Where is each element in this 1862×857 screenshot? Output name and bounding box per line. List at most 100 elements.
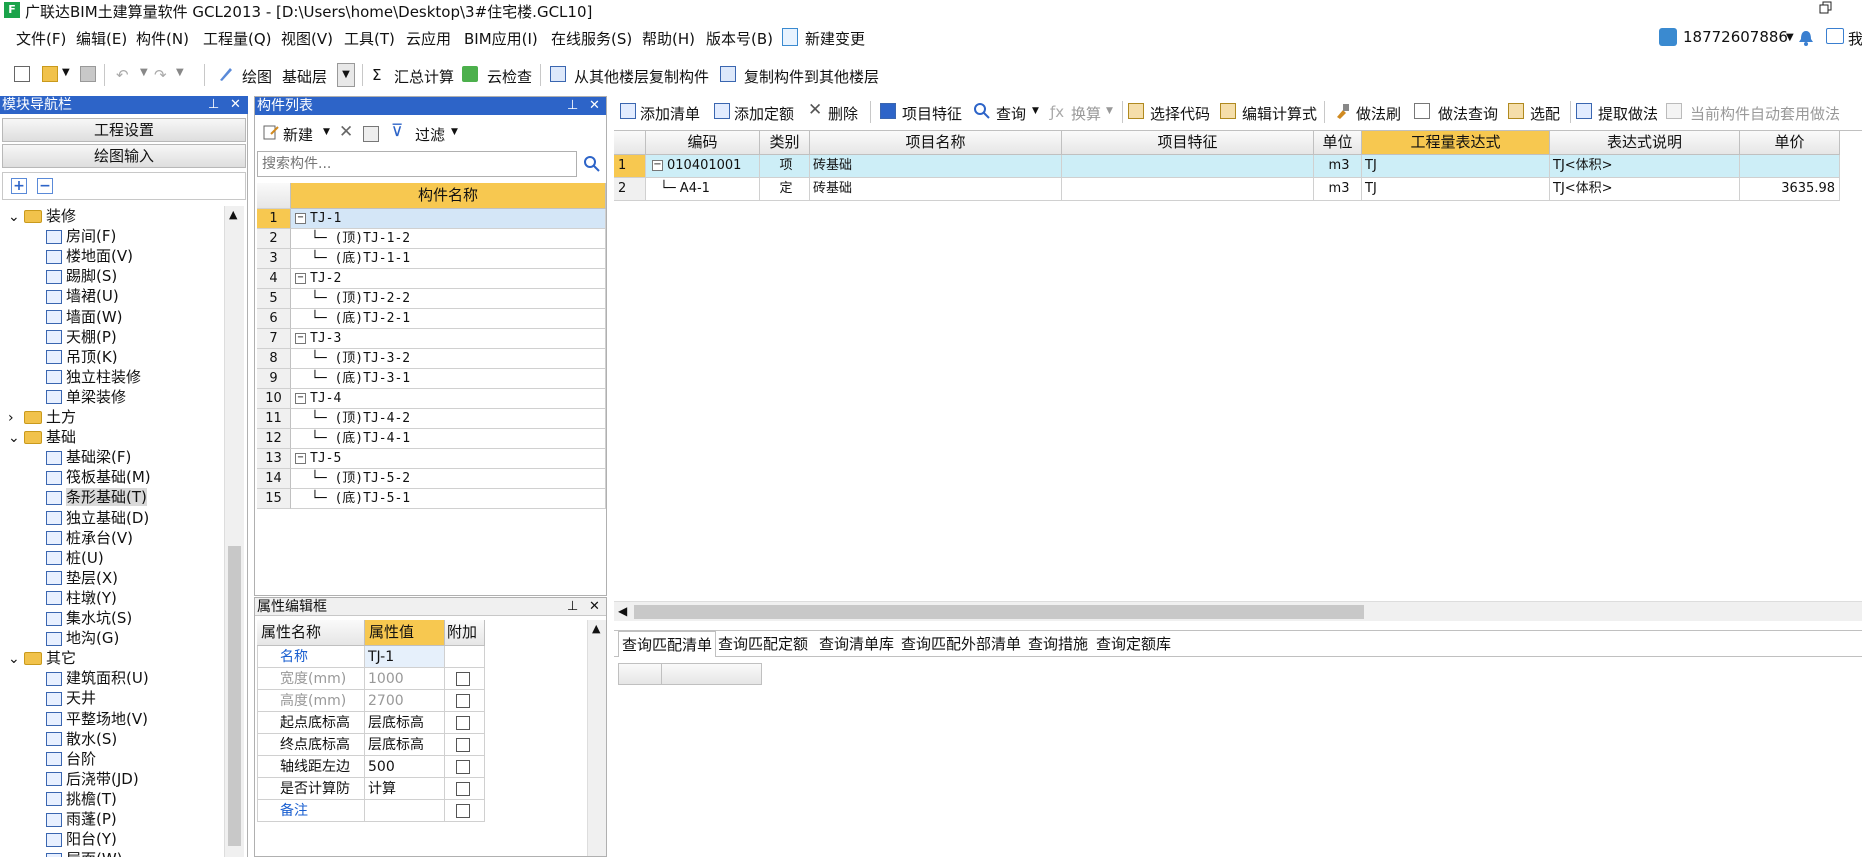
layer-select[interactable]: 基础层 <box>282 66 327 87</box>
component-row-number[interactable]: 2 <box>257 229 291 249</box>
property-checkbox[interactable] <box>456 782 470 796</box>
notification-bell-icon[interactable] <box>1798 29 1814 51</box>
property-checkbox[interactable] <box>456 672 470 686</box>
open-dropdown-icon[interactable]: ▼ <box>62 67 70 78</box>
close-icon[interactable]: ✕ <box>589 598 600 616</box>
drawing-input-button[interactable]: 绘图输入 <box>2 144 246 168</box>
expand-all-icon[interactable]: + <box>11 178 27 194</box>
tree-folder[interactable]: ⌄ 装修 <box>8 206 76 226</box>
collapse-icon[interactable]: ⌄ <box>8 207 24 227</box>
method-brush-button[interactable]: 做法刷 <box>1356 103 1401 124</box>
search-icon[interactable] <box>583 155 601 177</box>
type-header[interactable]: 类别 <box>760 131 810 155</box>
method-cell-name[interactable]: 砖基础 <box>810 178 1062 201</box>
component-row[interactable]: └─ (顶)TJ-2-2 <box>291 289 606 309</box>
method-cell-unit[interactable]: m3 <box>1314 155 1362 178</box>
code-header[interactable]: 编码 <box>646 131 760 155</box>
restore-window-icon[interactable] <box>1818 0 1834 16</box>
user-account[interactable]: 18772607886 <box>1683 28 1788 46</box>
scroll-up-icon[interactable]: ▲ <box>592 622 600 635</box>
convert-dropdown-icon[interactable]: ▼ <box>1106 106 1113 116</box>
tree-item[interactable]: 独立基础(D) <box>46 508 149 528</box>
tree-item[interactable]: 房间(F) <box>46 226 116 246</box>
method-cell-feature[interactable] <box>1062 155 1314 178</box>
method-cell-name[interactable]: 砖基础 <box>810 155 1062 178</box>
component-row-number[interactable]: 7 <box>257 329 291 349</box>
method-query-button[interactable]: 做法查询 <box>1438 103 1498 124</box>
method-cell-desc[interactable]: TJ<体积> <box>1550 178 1740 201</box>
tree-folder[interactable]: ⌄ 其它 <box>8 648 76 668</box>
convert-button[interactable]: 换算 <box>1071 103 1101 124</box>
tree-item[interactable]: 踢脚(S) <box>46 266 117 286</box>
query-button[interactable]: 查询 <box>996 103 1026 124</box>
component-row[interactable]: └─ (顶)TJ-4-2 <box>291 409 606 429</box>
user-dropdown-icon[interactable]: ▼ <box>1786 32 1794 43</box>
component-row[interactable]: └─ (顶)TJ-3-2 <box>291 349 606 369</box>
component-row[interactable]: − TJ-1 <box>291 209 606 229</box>
nav-scrollbar[interactable]: ▲ <box>224 206 244 857</box>
filter-dropdown-icon[interactable]: ▼ <box>451 127 458 137</box>
undo-dropdown-icon[interactable]: ▼ <box>140 67 148 78</box>
close-icon[interactable]: ✕ <box>230 96 241 114</box>
expression-header[interactable]: 工程量表达式 <box>1362 131 1550 155</box>
sum-calc-button[interactable]: 汇总计算 <box>394 66 454 87</box>
collapse-all-icon[interactable]: − <box>37 178 53 194</box>
edit-formula-button[interactable]: 编辑计算式 <box>1242 103 1317 124</box>
menu-file[interactable]: 文件(F) <box>16 28 66 49</box>
component-row[interactable]: − TJ-5 <box>291 449 606 469</box>
property-value[interactable]: 1000 <box>365 668 445 690</box>
component-row[interactable]: └─ (顶)TJ-1-2 <box>291 229 606 249</box>
tab-list-library[interactable]: 查询清单库 <box>819 631 894 657</box>
method-cell-type[interactable]: 项 <box>760 155 810 178</box>
menu-cloud[interactable]: 云应用 <box>406 28 451 49</box>
component-row-number[interactable]: 5 <box>257 289 291 309</box>
method-cell-feature[interactable] <box>1062 178 1314 201</box>
property-checkbox[interactable] <box>456 760 470 774</box>
tree-item[interactable]: 墙面(W) <box>46 307 123 327</box>
tree-item[interactable]: 桩承台(V) <box>46 528 133 548</box>
tab-match-external-list[interactable]: 查询匹配外部清单 <box>901 631 1021 657</box>
component-row-number[interactable]: 6 <box>257 309 291 329</box>
tree-item[interactable]: 筏板基础(M) <box>46 467 151 487</box>
tree-item[interactable]: 柱墩(Y) <box>46 588 117 608</box>
component-row[interactable]: − TJ-2 <box>291 269 606 289</box>
method-row-number[interactable]: 2 <box>614 178 646 201</box>
property-value[interactable]: 计算 <box>365 778 445 800</box>
menu-tools[interactable]: 工具(T) <box>344 28 395 49</box>
undo-icon[interactable]: ↶ <box>116 66 129 84</box>
price-header[interactable]: 单价 <box>1740 131 1840 155</box>
component-row[interactable]: └─ (底)TJ-3-1 <box>291 369 606 389</box>
method-cell-unit[interactable]: m3 <box>1314 178 1362 201</box>
component-name-header[interactable]: 构件名称 <box>291 183 606 209</box>
extract-method-button[interactable]: 提取做法 <box>1598 103 1658 124</box>
nav-scroll-thumb[interactable] <box>228 546 241 846</box>
property-checkbox[interactable] <box>456 694 470 708</box>
match-button[interactable]: 选配 <box>1530 103 1560 124</box>
component-row[interactable]: − TJ-4 <box>291 389 606 409</box>
component-row-number[interactable]: 14 <box>257 469 291 489</box>
tab-quota-library[interactable]: 查询定额库 <box>1096 631 1171 657</box>
user-extra[interactable]: 我 <box>1848 28 1862 49</box>
method-cell-price[interactable]: 3635.98 <box>1740 178 1840 201</box>
tree-item[interactable]: 单梁装修 <box>46 387 126 407</box>
component-row-number[interactable]: 12 <box>257 429 291 449</box>
tree-item[interactable]: 条形基础(T) <box>46 487 147 507</box>
component-row[interactable]: − TJ-3 <box>291 329 606 349</box>
property-checkbox[interactable] <box>456 716 470 730</box>
add-quota-button[interactable]: 添加定额 <box>734 103 794 124</box>
property-value[interactable]: 层底标高 <box>365 734 445 756</box>
message-icon[interactable] <box>1826 28 1844 44</box>
open-folder-icon[interactable] <box>42 66 58 82</box>
property-checkbox[interactable] <box>456 804 470 818</box>
tree-item[interactable]: 雨蓬(P) <box>46 809 117 829</box>
property-value[interactable]: 500 <box>365 756 445 778</box>
menu-online[interactable]: 在线服务(S) <box>551 28 632 49</box>
expand-icon[interactable]: › <box>8 408 24 428</box>
tree-item[interactable]: 阳台(Y) <box>46 829 117 849</box>
tree-folder[interactable]: › 土方 <box>8 407 76 427</box>
tree-item[interactable]: 地沟(G) <box>46 628 119 648</box>
tree-item[interactable]: 楼地面(V) <box>46 246 133 266</box>
tree-item[interactable]: 垫层(X) <box>46 568 118 588</box>
property-value[interactable]: 层底标高 <box>365 712 445 734</box>
query-dropdown-icon[interactable]: ▼ <box>1032 106 1039 116</box>
